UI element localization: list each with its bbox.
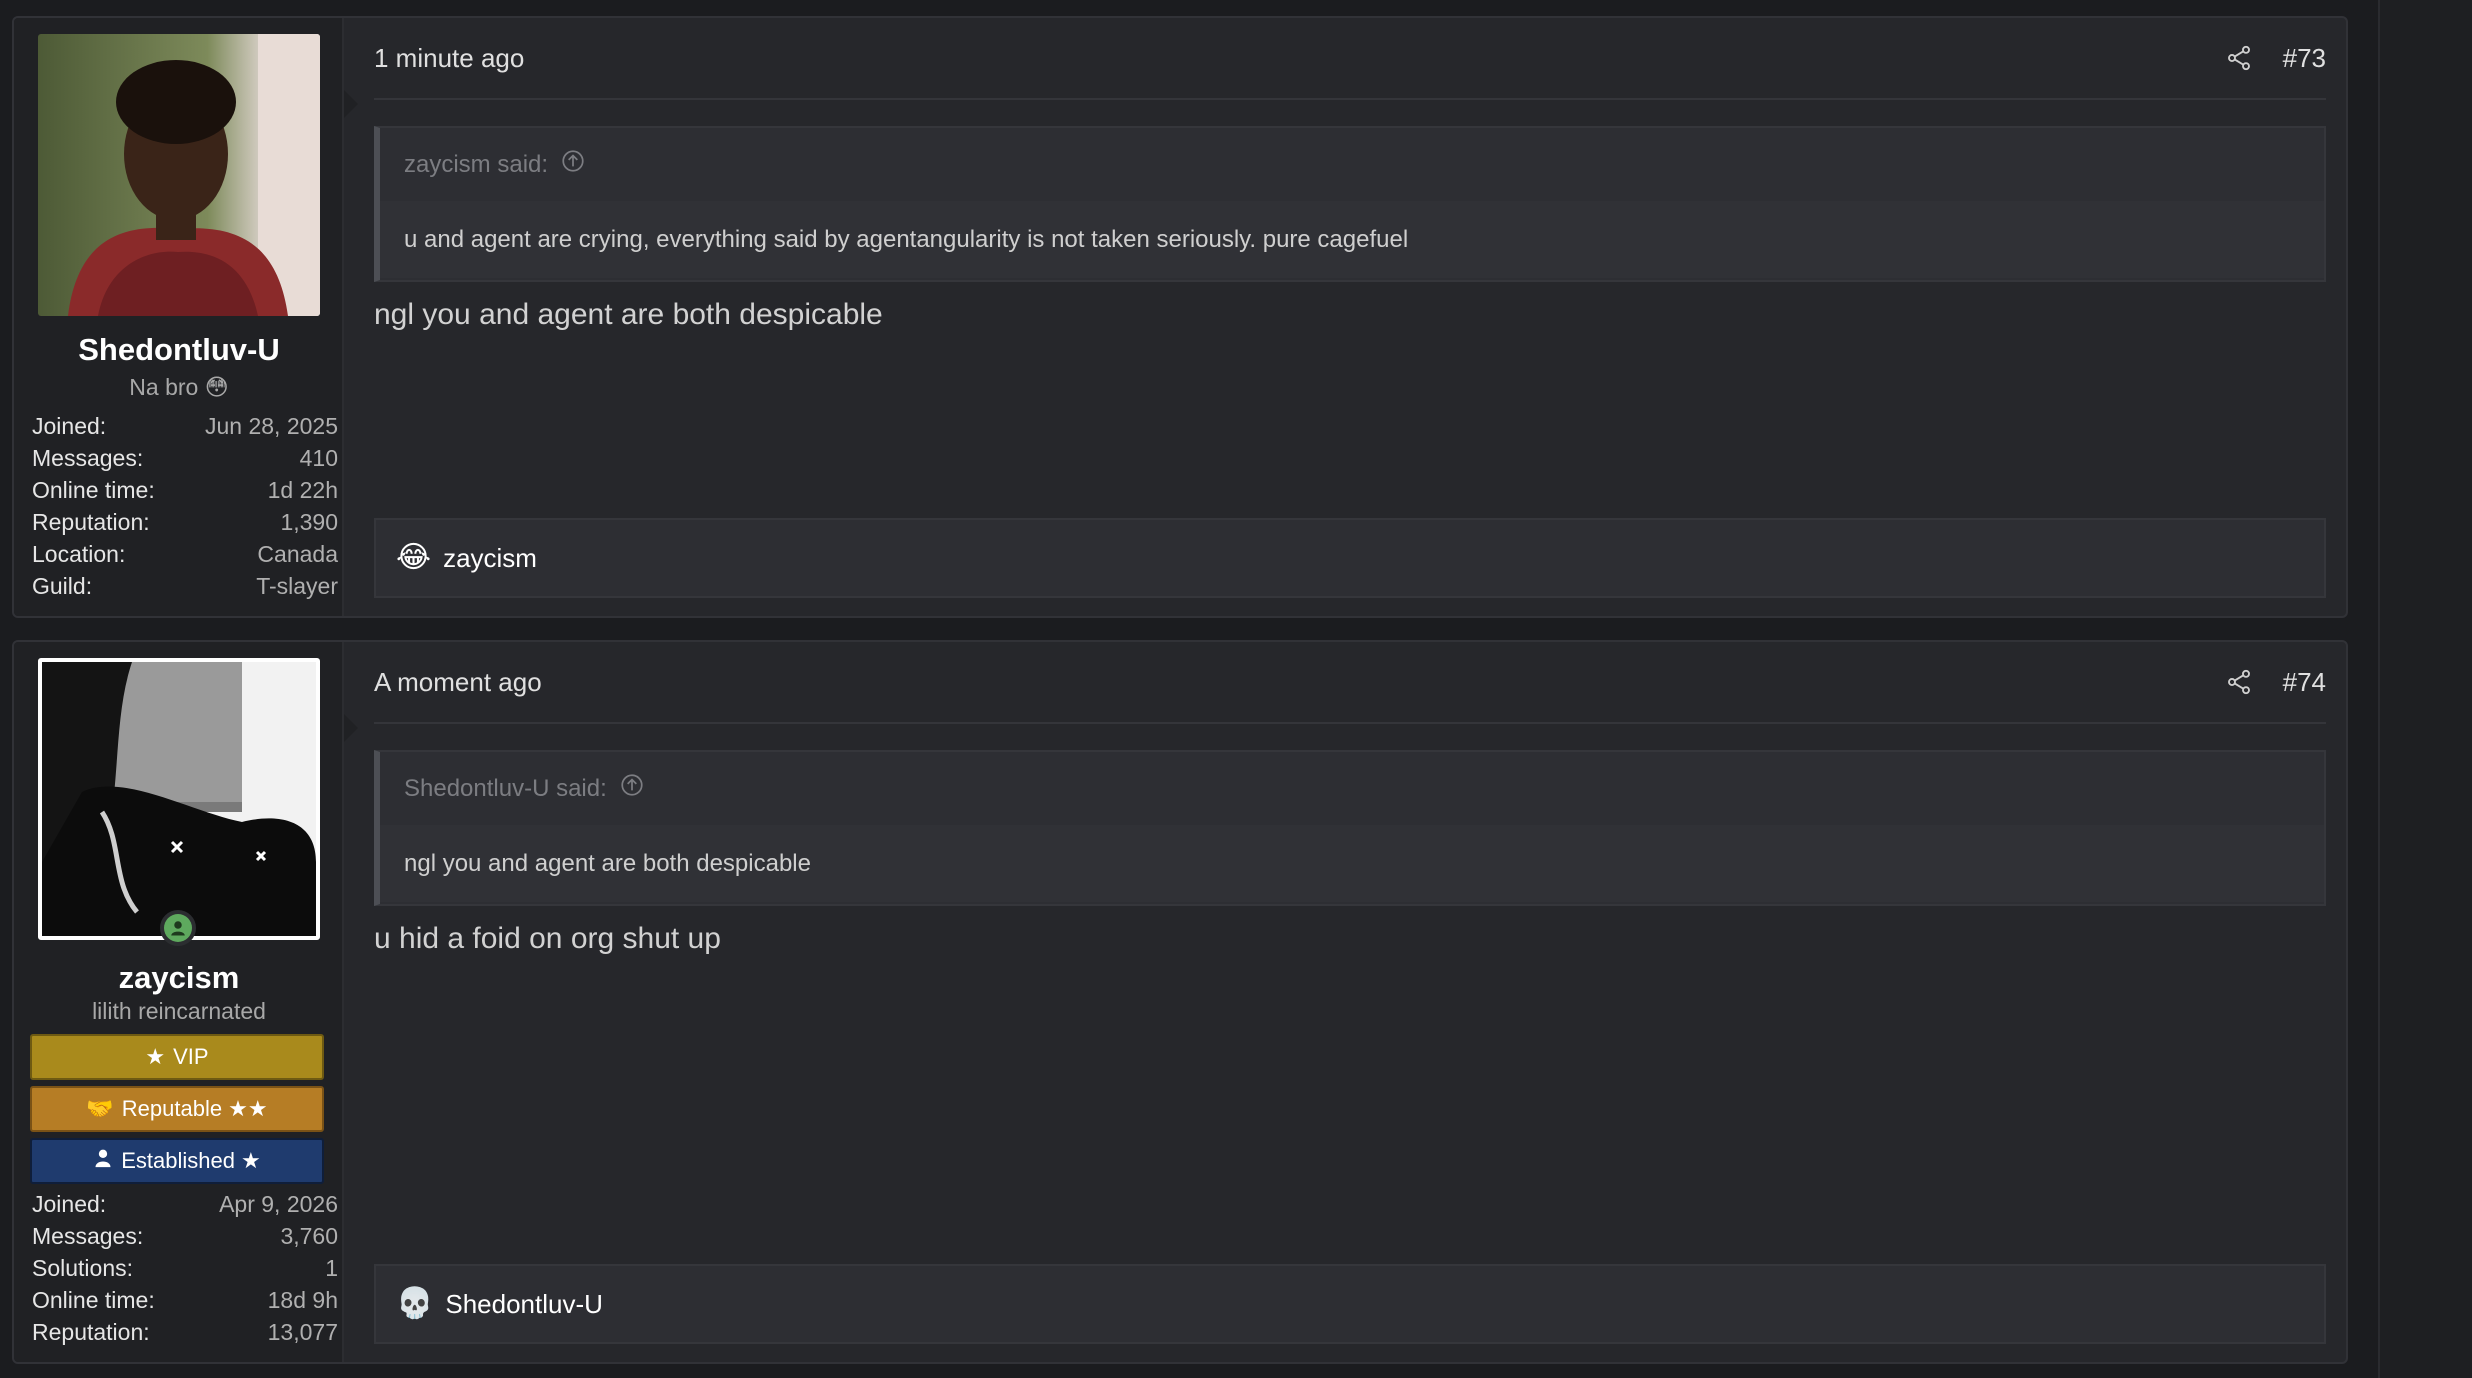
flushed-emoji-icon: 😳 — [204, 374, 229, 400]
stat-solutions: Solutions: 1 — [32, 1254, 338, 1281]
quote-block: Shedontluv-U said: ngl you and agent are… — [374, 750, 2326, 906]
message-cell: A moment ago #74 Shedontluv-U said: ngl … — [346, 642, 2346, 1362]
reactions-bar[interactable]: 💀 Shedontluv-U — [374, 1264, 2326, 1344]
stat-joined: Joined: Jun 28, 2025 — [32, 412, 338, 439]
reactions-bar[interactable]: 😂 zaycism — [374, 518, 2326, 598]
skull-emoji-icon: 💀 — [396, 1287, 434, 1320]
stat-joined: Joined: Apr 9, 2026 — [32, 1190, 338, 1217]
user-cell: zaycism lilith reincarnated ★ VIP 🤝 Repu… — [14, 642, 344, 1362]
post-actions: #74 — [2225, 667, 2326, 698]
post-header: A moment ago #74 — [374, 642, 2326, 724]
online-status-icon — [160, 910, 196, 946]
stat-messages: Messages: 410 — [32, 444, 338, 471]
user-stats: Joined: Jun 28, 2025 Messages: 410 Online … — [32, 410, 338, 602]
message-text: u hid a foid on org shut up — [374, 922, 721, 955]
quote-author[interactable]: Shedontluv-U said: — [404, 775, 607, 803]
avatar[interactable] — [38, 34, 320, 316]
message-cell: 1 minute ago #73 zaycism said: u and age… — [346, 18, 2346, 616]
username[interactable]: Shedontluv-U — [14, 332, 344, 368]
stat-location: Location: Canada — [32, 540, 338, 567]
thread-posts: Shedontluv-U Na bro 😳 Joined: Jun 28, 202… — [0, 0, 2378, 1378]
star-icon: ★ — [145, 1044, 166, 1069]
handshake-icon: 🤝 — [86, 1096, 114, 1121]
post-number[interactable]: #73 — [2283, 43, 2326, 74]
quote-text: u and agent are crying, everything said … — [380, 202, 2324, 278]
stat-guild: Guild: T-slayer — [32, 572, 338, 599]
quote-text: ngl you and agent are both despicable — [380, 826, 2324, 902]
reputable-banner: 🤝 Reputable ★★ — [30, 1086, 324, 1132]
stat-messages: Messages: 3,760 — [32, 1222, 338, 1249]
stat-online-time: Online time: 18d 9h — [32, 1286, 338, 1313]
reaction-user[interactable]: zaycism — [443, 543, 537, 574]
post-number[interactable]: #74 — [2283, 667, 2326, 698]
jump-up-icon[interactable] — [619, 772, 645, 805]
post-actions: #73 — [2225, 43, 2326, 74]
post-time[interactable]: A moment ago — [374, 667, 542, 698]
jump-up-icon[interactable] — [560, 148, 586, 181]
user-stats: Joined: Apr 9, 2026 Messages: 3,760 Soluti… — [32, 1188, 338, 1348]
user-icon — [93, 1148, 113, 1174]
user-title-text: Na bro — [129, 374, 199, 400]
share-icon[interactable] — [2225, 44, 2253, 72]
user-title: Na bro 😳 — [14, 374, 344, 401]
stat-reputation: Reputation: 13,077 — [32, 1318, 338, 1345]
quote-author[interactable]: zaycism said: — [404, 151, 548, 179]
quote-head: Shedontluv-U said: — [380, 752, 2324, 826]
user-cell: Shedontluv-U Na bro 😳 Joined: Jun 28, 202… — [14, 18, 344, 616]
vip-label: VIP — [173, 1044, 209, 1069]
reaction-user[interactable]: Shedontluv-U — [445, 1289, 603, 1320]
established-label: Established ★ — [121, 1148, 261, 1173]
post-time[interactable]: 1 minute ago — [374, 43, 524, 74]
vip-banner: ★ VIP — [30, 1034, 324, 1080]
established-banner: Established ★ — [30, 1138, 324, 1184]
right-gutter — [2378, 0, 2472, 1378]
message-text: ngl you and agent are both despicable — [374, 298, 883, 331]
avatar[interactable] — [38, 658, 320, 940]
share-icon[interactable] — [2225, 668, 2253, 696]
stat-online-time: Online time: 1d 22h — [32, 476, 338, 503]
laughing-crying-emoji-icon: 😂 — [396, 541, 432, 574]
stat-reputation: Reputation: 1,390 — [32, 508, 338, 535]
username[interactable]: zaycism — [14, 960, 344, 996]
reputable-label: Reputable ★★ — [121, 1096, 268, 1121]
post-73: Shedontluv-U Na bro 😳 Joined: Jun 28, 202… — [12, 16, 2348, 618]
quote-head: zaycism said: — [380, 128, 2324, 202]
user-title: lilith reincarnated — [92, 998, 266, 1024]
quote-block: zaycism said: u and agent are crying, ev… — [374, 126, 2326, 282]
post-74: zaycism lilith reincarnated ★ VIP 🤝 Repu… — [12, 640, 2348, 1364]
post-header: 1 minute ago #73 — [374, 18, 2326, 100]
